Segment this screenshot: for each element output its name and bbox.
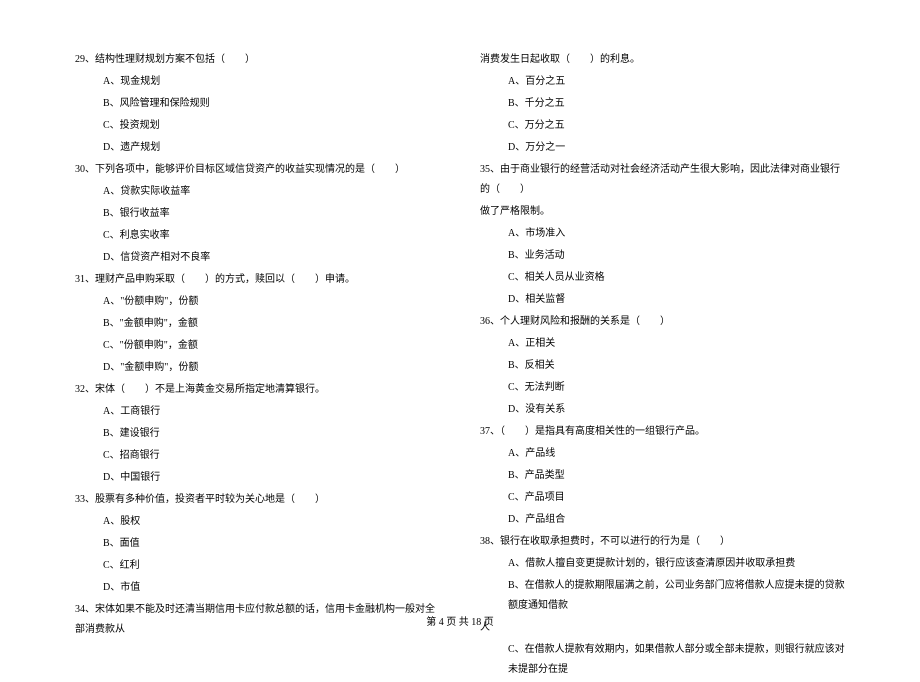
q38-c: C、在借款人提款有效期内，如果借款人部分或全部未提款，则银行就应该对未提部分在提 xyxy=(480,640,845,680)
q32-c: C、招商银行 xyxy=(75,446,440,466)
q33-d: D、市值 xyxy=(75,578,440,598)
left-column: 29、结构性理财规划方案不包括（ ） A、现金规划 B、风险管理和保险规则 C、… xyxy=(75,50,440,682)
right-column: 消费发生日起收取（ ）的利息。 A、百分之五 B、千分之五 C、万分之五 D、万… xyxy=(480,50,845,682)
q35-a: A、市场准入 xyxy=(480,224,845,244)
q37-text: 37、（ ）是指具有高度相关性的一组银行产品。 xyxy=(480,422,845,442)
q35-c: C、相关人员从业资格 xyxy=(480,268,845,288)
q29-c: C、投资规划 xyxy=(75,116,440,136)
q37-c: C、产品项目 xyxy=(480,488,845,508)
q29-d: D、遗产规划 xyxy=(75,138,440,158)
q32-text: 32、宋体（ ）不是上海黄金交易所指定地清算银行。 xyxy=(75,380,440,400)
q38-text: 38、银行在收取承担费时，不可以进行的行为是（ ） xyxy=(480,532,845,552)
q37-d: D、产品组合 xyxy=(480,510,845,530)
q31-b: B、"金额申购"，金额 xyxy=(75,314,440,334)
q31-c: C、"份额申购"，金额 xyxy=(75,336,440,356)
q29-a: A、现金规划 xyxy=(75,72,440,92)
q33-text: 33、股票有多种价值，投资者平时较为关心地是（ ） xyxy=(75,490,440,510)
q30-a: A、贷款实际收益率 xyxy=(75,182,440,202)
q36-text: 36、个人理财风险和报酬的关系是（ ） xyxy=(480,312,845,332)
q37-a: A、产品线 xyxy=(480,444,845,464)
q36-b: B、反相关 xyxy=(480,356,845,376)
q32-b: B、建设银行 xyxy=(75,424,440,444)
q34-b: B、千分之五 xyxy=(480,94,845,114)
q32-d: D、中国银行 xyxy=(75,468,440,488)
q36-d: D、没有关系 xyxy=(480,400,845,420)
q31-a: A、"份额申购"，份额 xyxy=(75,292,440,312)
q36-c: C、无法判断 xyxy=(480,378,845,398)
q30-text: 30、下列各项中，能够评价目标区域信贷资产的收益实现情况的是（ ） xyxy=(75,160,440,180)
q33-a: A、股权 xyxy=(75,512,440,532)
q36-a: A、正相关 xyxy=(480,334,845,354)
q38-b: B、在借款人的提款期限届满之前，公司业务部门应将借款人应提未提的贷款额度通知借款 xyxy=(480,576,845,616)
q30-b: B、银行收益率 xyxy=(75,204,440,224)
q31-text: 31、理财产品申购采取（ ）的方式，赎回以（ ）申请。 xyxy=(75,270,440,290)
q29-text: 29、结构性理财规划方案不包括（ ） xyxy=(75,50,440,70)
q35-b: B、业务活动 xyxy=(480,246,845,266)
q34-d: D、万分之一 xyxy=(480,138,845,158)
q35-text: 35、由于商业银行的经营活动对社会经济活动产生很大影响，因此法律对商业银行的（ … xyxy=(480,160,845,200)
q38-a: A、借款人擅自变更提款计划的，银行应该查清原因并收取承担费 xyxy=(480,554,845,574)
q34-cont: 消费发生日起收取（ ）的利息。 xyxy=(480,50,845,70)
q33-b: B、面值 xyxy=(75,534,440,554)
q29-b: B、风险管理和保险规则 xyxy=(75,94,440,114)
q35-d: D、相关监督 xyxy=(480,290,845,310)
q30-c: C、利息实收率 xyxy=(75,226,440,246)
page-footer: 第 4 页 共 18 页 xyxy=(0,613,920,628)
q35-cont: 做了严格限制。 xyxy=(480,202,845,222)
q32-a: A、工商银行 xyxy=(75,402,440,422)
q33-c: C、红利 xyxy=(75,556,440,576)
q34-c: C、万分之五 xyxy=(480,116,845,136)
q31-d: D、"金额申购"，份额 xyxy=(75,358,440,378)
q30-d: D、信贷资产相对不良率 xyxy=(75,248,440,268)
q37-b: B、产品类型 xyxy=(480,466,845,486)
q34-a: A、百分之五 xyxy=(480,72,845,92)
